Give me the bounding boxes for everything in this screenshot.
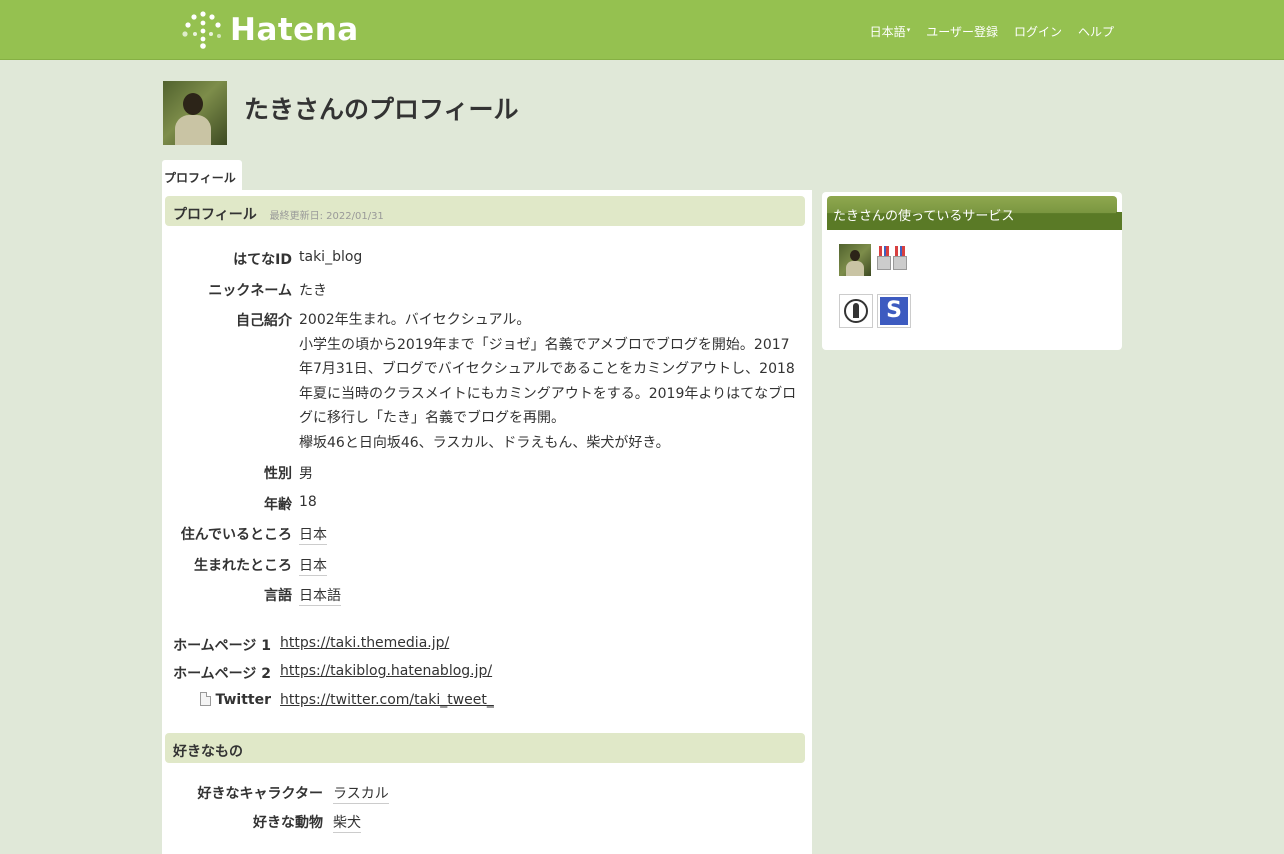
medal-icon[interactable]	[875, 246, 909, 274]
field-label: 年齢	[264, 497, 292, 513]
field-value: 男	[299, 466, 313, 482]
favorites-section-title: 好きなもの	[173, 744, 243, 760]
page-title: たきさんのプロフィール	[244, 95, 519, 124]
field-label: はてなID	[233, 252, 292, 268]
field-label: 言語	[264, 588, 292, 604]
services-panel: たきさんの使っているサービス S	[822, 192, 1122, 350]
site-header: Hatena 日本語▾ ユーザー登録 ログイン ヘルプ	[0, 0, 1284, 60]
field-value: たき	[299, 283, 327, 299]
bio-line: グに移行し「たき」名義でブログを再開。	[299, 410, 565, 426]
twitter-label-wrap: Twitter	[162, 692, 271, 708]
field-label: 好きなキャラクター	[197, 786, 323, 802]
bio-text: 2002年生まれ。バイセクシュアル。 小学生の頃から2019年まで「ジョゼ」名義…	[299, 308, 809, 455]
favorite-animal-link[interactable]: 柴犬	[333, 812, 361, 833]
profile-section-header: プロフィール 最終更新日: 2022/01/31	[165, 196, 805, 226]
bio-line: 欅坂46と日向坂46、ラスカル、ドラえもん、柴犬が好き。	[299, 434, 670, 451]
pen-icon[interactable]	[839, 294, 873, 328]
tab-profile[interactable]: プロフィール	[162, 160, 242, 191]
birthplace-link[interactable]: 日本	[299, 555, 327, 576]
language-label: 日本語	[869, 25, 906, 39]
logo-text: Hatena	[230, 12, 359, 48]
field-label: ニックネーム	[208, 283, 292, 299]
field-label: Twitter	[215, 692, 271, 708]
help-link[interactable]: ヘルプ	[1078, 23, 1114, 40]
homepage-1-link[interactable]: https://taki.themedia.jp/	[280, 635, 449, 651]
bio-line: 小学生の頃から2019年まで「ジョゼ」名義でアメブロでブログを開始。2017	[299, 336, 790, 353]
profile-avatar	[163, 81, 227, 145]
language-link[interactable]: 日本語	[299, 585, 341, 606]
favorites-section-header: 好きなもの	[165, 733, 805, 763]
field-label: 好きな動物	[253, 815, 323, 831]
twitter-link[interactable]: https://twitter.com/taki_tweet_	[280, 692, 494, 708]
profile-section-title: プロフィール	[173, 207, 257, 223]
hatena-logo[interactable]: Hatena	[181, 10, 359, 50]
login-link[interactable]: ログイン	[1014, 23, 1062, 40]
field-label: 自己紹介	[236, 313, 292, 329]
location-link[interactable]: 日本	[299, 524, 327, 545]
field-value: taki_blog	[299, 249, 363, 265]
last-updated: 最終更新日: 2022/01/31	[269, 211, 384, 222]
bio-line: 年夏に当時のクラスメイトにもカミングアウトをする。2019年よりはてなブロ	[299, 385, 797, 402]
top-nav: 日本語▾ ユーザー登録 ログイン ヘルプ	[870, 23, 1114, 40]
field-value: 18	[299, 494, 317, 510]
document-icon	[200, 692, 212, 706]
chevron-down-icon: ▾	[906, 26, 911, 34]
field-label: 住んでいるところ	[180, 527, 292, 543]
s-icon[interactable]: S	[877, 294, 911, 328]
profile-main: プロフィール 最終更新日: 2022/01/31 はてなID taki_blog…	[162, 190, 812, 854]
field-label: 性別	[264, 466, 292, 482]
homepage-2-link[interactable]: https://takiblog.hatenablog.jp/	[280, 663, 492, 679]
favorite-character-link[interactable]: ラスカル	[333, 783, 389, 804]
field-label: ホームページ 2	[173, 666, 271, 682]
hatena-logo-icon	[182, 11, 221, 49]
language-selector[interactable]: 日本語▾	[870, 23, 911, 40]
bio-line: 2002年生まれ。バイセクシュアル。	[299, 312, 531, 328]
avatar-icon[interactable]	[839, 244, 871, 276]
services-title: たきさんの使っているサービス	[827, 196, 1122, 230]
field-label: 生まれたところ	[194, 558, 292, 574]
register-link[interactable]: ユーザー登録	[926, 23, 998, 40]
field-label: ホームページ 1	[173, 638, 271, 654]
bio-line: 年7月31日、ブログでバイセクシュアルであることをカミングアウトし、2018	[299, 361, 795, 377]
